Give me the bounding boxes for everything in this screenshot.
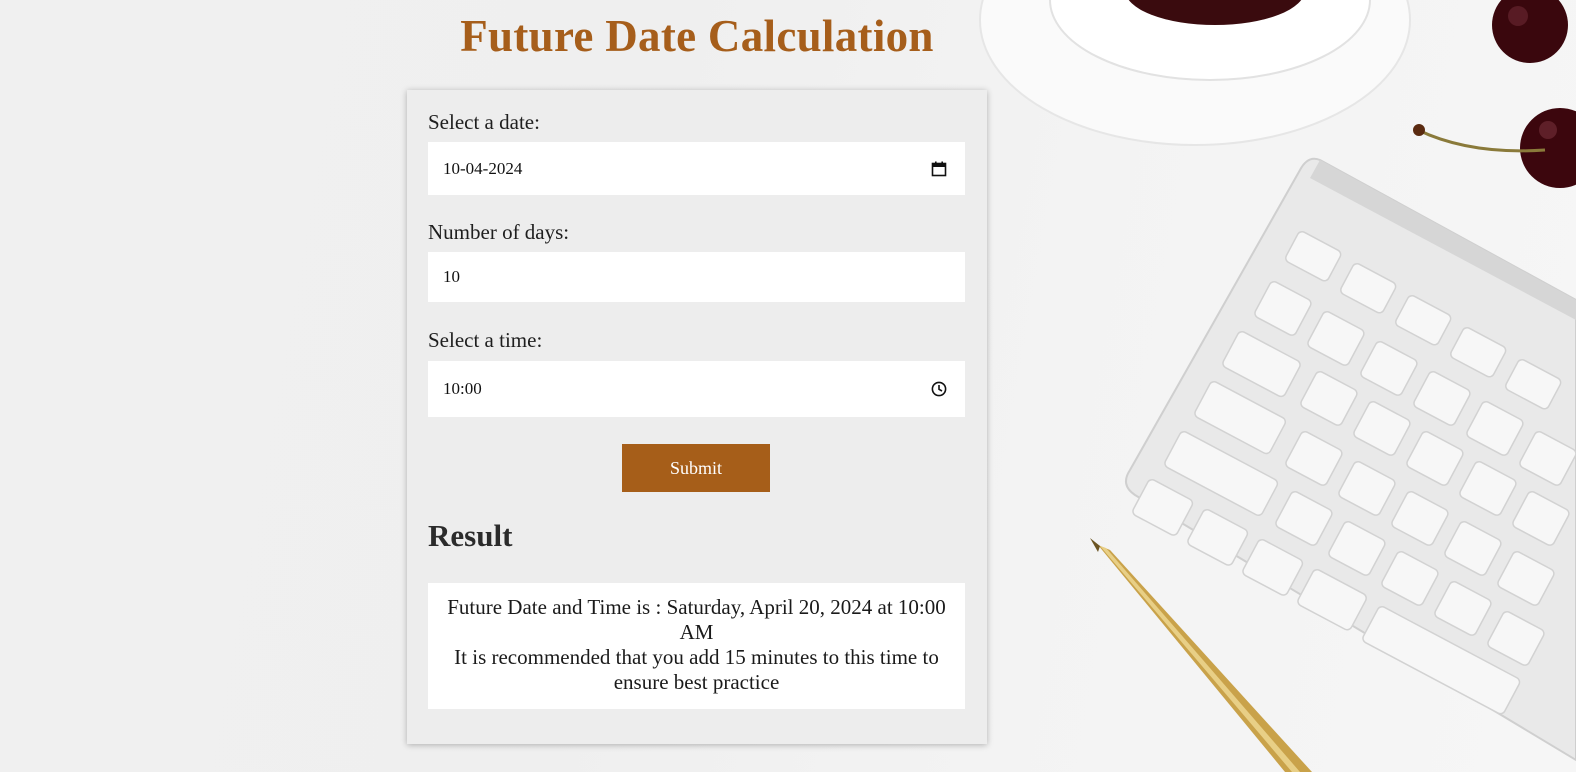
date-input-value: 10-04-2024 bbox=[443, 158, 523, 178]
time-label: Select a time: bbox=[428, 328, 543, 352]
time-input[interactable]: 10:00 bbox=[428, 361, 965, 417]
calculator-form-card: Select a date: 10-04-2024 Number of days… bbox=[407, 90, 987, 744]
result-future-date-text: Future Date and Time is : Saturday, Apri… bbox=[447, 595, 946, 644]
days-input[interactable]: 10 bbox=[428, 252, 965, 302]
days-label: Number of days: bbox=[428, 220, 570, 244]
keyboard-image bbox=[1125, 157, 1576, 762]
time-input-value: 10:00 bbox=[443, 379, 482, 398]
days-input-value: 10 bbox=[443, 267, 460, 286]
date-label: Select a date: bbox=[428, 110, 540, 134]
pen-image bbox=[1090, 538, 1312, 772]
result-output: Future Date and Time is : Saturday, Apri… bbox=[428, 583, 965, 709]
calendar-icon[interactable] bbox=[930, 160, 948, 178]
result-recommendation-text: It is recommended that you add 15 minute… bbox=[454, 645, 939, 694]
date-input[interactable]: 10-04-2024 bbox=[428, 142, 965, 195]
cherries-image bbox=[1413, 0, 1576, 188]
clock-icon[interactable] bbox=[930, 380, 948, 398]
page-title: Future Date Calculation bbox=[460, 11, 934, 61]
submit-button[interactable]: Submit bbox=[622, 444, 770, 492]
result-heading: Result bbox=[428, 518, 513, 553]
